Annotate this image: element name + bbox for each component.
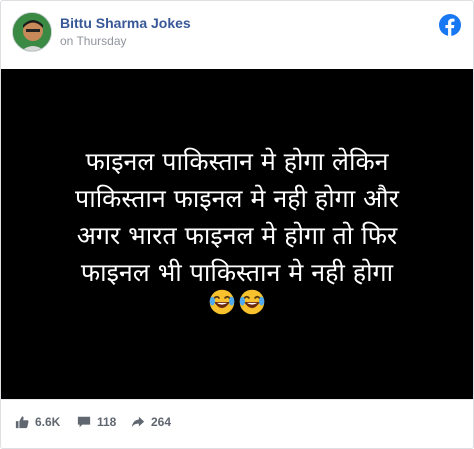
meme-line-1: फाइनल पाकिस्तान मे होगा लेकिन bbox=[85, 147, 389, 176]
comment-icon bbox=[77, 416, 91, 428]
share-arrow-icon bbox=[131, 416, 145, 428]
rolling-laughing-emoji-icon bbox=[209, 289, 235, 315]
post-image[interactable]: फाइनल पाकिस्तान मे होगा लेकिन पाकिस्तान … bbox=[1, 69, 473, 399]
emoji-row bbox=[1, 288, 473, 316]
rolling-laughing-emoji-icon bbox=[239, 289, 265, 315]
post-timestamp[interactable]: on Thursday bbox=[60, 34, 127, 48]
page-avatar[interactable] bbox=[12, 12, 52, 52]
comment-count-button[interactable]: 118 bbox=[77, 415, 116, 429]
page-name-link[interactable]: Bittu Sharma Jokes bbox=[60, 15, 191, 31]
meme-text: फाइनल पाकिस्तान मे होगा लेकिन पाकिस्तान … bbox=[1, 143, 473, 291]
facebook-logo-icon[interactable] bbox=[439, 14, 461, 36]
meme-line-2: पाकिस्तान फाइनल मे नही होगा और bbox=[75, 184, 399, 213]
like-count: 6.6K bbox=[35, 415, 61, 429]
facebook-post-card: Bittu Sharma Jokes on Thursday फाइनल पाक… bbox=[0, 0, 474, 449]
share-count-button[interactable]: 264 bbox=[131, 415, 171, 429]
like-count-button[interactable]: 6.6K bbox=[15, 415, 60, 429]
comment-count: 118 bbox=[97, 415, 117, 429]
thumbs-up-icon bbox=[15, 416, 29, 429]
post-header: Bittu Sharma Jokes on Thursday bbox=[1, 1, 473, 69]
meme-line-3: अगर भारत फाइनल मे होगा तो फिर bbox=[76, 221, 398, 250]
post-footer: 6.6K 118 264 bbox=[1, 399, 473, 449]
avatar-image bbox=[13, 13, 51, 51]
meme-line-4: फाइनल भी पाकिस्तान मे नही होगा bbox=[80, 258, 394, 287]
share-count: 264 bbox=[151, 415, 172, 429]
